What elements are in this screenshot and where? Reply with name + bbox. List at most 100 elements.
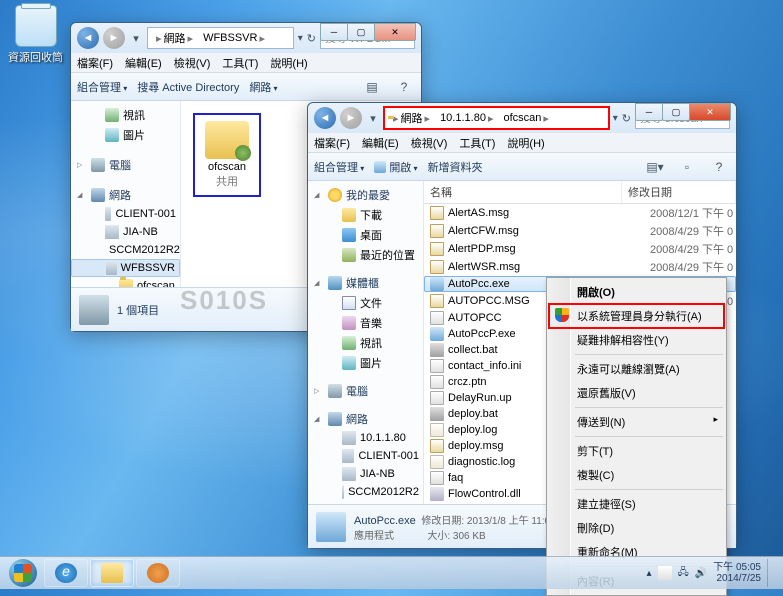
ctx-open[interactable]: 開啟(O) — [549, 280, 724, 304]
breadcrumb-host[interactable]: WFBSSVR — [203, 32, 257, 44]
forward-button[interactable]: ► — [103, 27, 125, 49]
file-row[interactable]: AlertAS.msg2008/12/1 下午 0 — [424, 204, 736, 222]
nav-libraries[interactable]: ◢媒體櫃 — [308, 273, 423, 293]
menu-edit[interactable]: 編輯(E) — [362, 135, 399, 151]
show-desktop-button[interactable] — [767, 559, 775, 587]
nav-pictures[interactable]: 圖片 — [71, 125, 180, 145]
nav-recent[interactable]: 最近的位置 — [308, 245, 423, 265]
nav-video[interactable]: 視訊 — [71, 105, 180, 125]
menu-tools[interactable]: 工具(T) — [459, 135, 495, 151]
breadcrumb-network[interactable]: 網路 — [164, 30, 186, 46]
menu-edit[interactable]: 編輯(E) — [125, 55, 162, 71]
system-tray[interactable]: ▴ 🖧 🔊 下午 05:05 2014/7/25 — [647, 559, 779, 587]
taskbar-ie[interactable] — [44, 559, 88, 587]
breadcrumb-folder[interactable]: ofcscan — [503, 112, 541, 124]
taskbar-wmp[interactable] — [136, 559, 180, 587]
menu-file[interactable]: 檔案(F) — [77, 55, 113, 71]
ie-icon — [55, 563, 77, 583]
nav-sccm[interactable]: SCCM2012R2 — [308, 483, 423, 501]
refresh-icon[interactable]: ↻ — [307, 32, 316, 45]
history-dropdown[interactable]: ▾ — [129, 28, 143, 48]
organize-button[interactable]: 組合管理 — [77, 79, 127, 95]
taskbar-explorer[interactable] — [90, 559, 134, 587]
file-row[interactable]: AlertCFW.msg2008/4/29 下午 0 — [424, 222, 736, 240]
breadcrumb-network[interactable]: 網路 — [401, 110, 423, 126]
file-date: 2008/4/29 下午 0 — [650, 241, 733, 257]
col-date[interactable]: 修改日期 — [622, 181, 736, 203]
ctx-offline[interactable]: 永遠可以離線瀏覽(A) — [549, 357, 724, 381]
minimize-button[interactable]: ─ — [320, 23, 348, 41]
open-button[interactable]: 開啟 — [374, 159, 417, 175]
recycle-bin[interactable]: 資源回收筒 — [8, 5, 63, 65]
file-row[interactable]: AlertWSR.msg2008/4/29 下午 0 — [424, 258, 736, 276]
nav-computer[interactable]: ▷電腦 — [71, 155, 180, 175]
nav-sccm[interactable]: SCCM2012R2 — [71, 241, 180, 259]
menu-file[interactable]: 檔案(F) — [314, 135, 350, 151]
breadcrumb-ip[interactable]: 10.1.1.80 — [440, 112, 486, 124]
menu-view[interactable]: 檢視(V) — [174, 55, 211, 71]
nav-desktop[interactable]: 桌面 — [308, 225, 423, 245]
help-icon[interactable]: ? — [708, 157, 730, 177]
ctx-compatibility[interactable]: 疑難排解相容性(Y) — [549, 328, 724, 352]
network-button[interactable]: 網路 — [249, 79, 277, 95]
network-tray-icon[interactable]: 🖧 — [678, 565, 689, 582]
ctx-restore[interactable]: 還原舊版(V) — [549, 381, 724, 405]
back-button[interactable]: ◄ — [77, 27, 99, 49]
nav-network[interactable]: ◢網路 — [71, 185, 180, 205]
volume-tray-icon[interactable]: 🔊 — [695, 568, 707, 579]
action-center-icon[interactable] — [658, 566, 672, 580]
close-button[interactable]: ✕ — [374, 23, 416, 41]
menu-view[interactable]: 檢視(V) — [411, 135, 448, 151]
nav-computer[interactable]: ▷電腦 — [308, 381, 423, 401]
file-icon — [430, 224, 444, 238]
nav-jianb[interactable]: JIA-NB — [71, 223, 180, 241]
ctx-delete[interactable]: 刪除(D) — [549, 516, 724, 540]
nav-favorites[interactable]: ◢我的最愛 — [308, 185, 423, 205]
col-name[interactable]: 名稱 — [424, 181, 622, 203]
folder-ofcscan[interactable]: ofcscan 共用 — [193, 113, 261, 197]
maximize-button[interactable]: ▢ — [347, 23, 375, 41]
menu-help[interactable]: 說明(H) — [270, 55, 307, 71]
organize-button[interactable]: 組合管理 — [314, 159, 364, 175]
nav-documents[interactable]: 文件 — [308, 293, 423, 313]
nav-ofcscan[interactable]: ofcscan — [71, 277, 180, 287]
nav-ip[interactable]: 10.1.1.80 — [308, 429, 423, 447]
nav-client001[interactable]: CLIENT-001 — [308, 447, 423, 465]
nav-pictures[interactable]: 圖片 — [308, 353, 423, 373]
nav-pane: 視訊 圖片 ▷電腦 ◢網路 CLIENT-001 JIA-NB SCCM2012… — [71, 101, 181, 287]
new-folder-button[interactable]: 新增資料夾 — [428, 159, 483, 175]
nav-downloads[interactable]: 下載 — [308, 205, 423, 225]
view-icon[interactable]: ▤ — [361, 77, 383, 97]
windows-logo-icon — [9, 559, 37, 587]
forward-button[interactable]: ► — [340, 107, 362, 129]
ctx-sendto[interactable]: 傳送到(N) — [549, 410, 724, 434]
address-bar[interactable]: ▸ 網路 ▸ 10.1.1.80 ▸ ofcscan ▸ — [384, 107, 609, 129]
tray-chevron-icon[interactable]: ▴ — [647, 568, 652, 579]
preview-icon[interactable]: ▫ — [676, 157, 698, 177]
nav-client001[interactable]: CLIENT-001 — [71, 205, 180, 223]
search-ad-button[interactable]: 搜尋 Active Directory — [137, 79, 239, 95]
window-controls: ─ ▢ ✕ — [636, 103, 731, 121]
maximize-button[interactable]: ▢ — [662, 103, 690, 121]
history-dropdown[interactable]: ▾ — [366, 108, 380, 128]
start-button[interactable] — [4, 558, 42, 588]
help-icon[interactable]: ? — [393, 77, 415, 97]
menu-tools[interactable]: 工具(T) — [222, 55, 258, 71]
ctx-shortcut[interactable]: 建立捷徑(S) — [549, 492, 724, 516]
nav-network[interactable]: ◢網路 — [308, 409, 423, 429]
refresh-icon[interactable]: ↻ — [622, 112, 631, 125]
address-bar[interactable]: ▸ 網路 ▸ WFBSSVR ▸ — [147, 27, 294, 49]
menu-help[interactable]: 說明(H) — [507, 135, 544, 151]
back-button[interactable]: ◄ — [314, 107, 336, 129]
ctx-cut[interactable]: 剪下(T) — [549, 439, 724, 463]
nav-video[interactable]: 視訊 — [308, 333, 423, 353]
nav-music[interactable]: 音樂 — [308, 313, 423, 333]
nav-wfbssvr[interactable]: WFBSSVR — [71, 259, 180, 277]
nav-jianb[interactable]: JIA-NB — [308, 465, 423, 483]
minimize-button[interactable]: ─ — [635, 103, 663, 121]
close-button[interactable]: ✕ — [689, 103, 731, 121]
view-icon[interactable]: ▤▾ — [644, 157, 666, 177]
ctx-copy[interactable]: 複製(C) — [549, 463, 724, 487]
ctx-run-as-admin[interactable]: 以系統管理員身分執行(A) — [549, 304, 724, 328]
file-row[interactable]: AlertPDP.msg2008/4/29 下午 0 — [424, 240, 736, 258]
